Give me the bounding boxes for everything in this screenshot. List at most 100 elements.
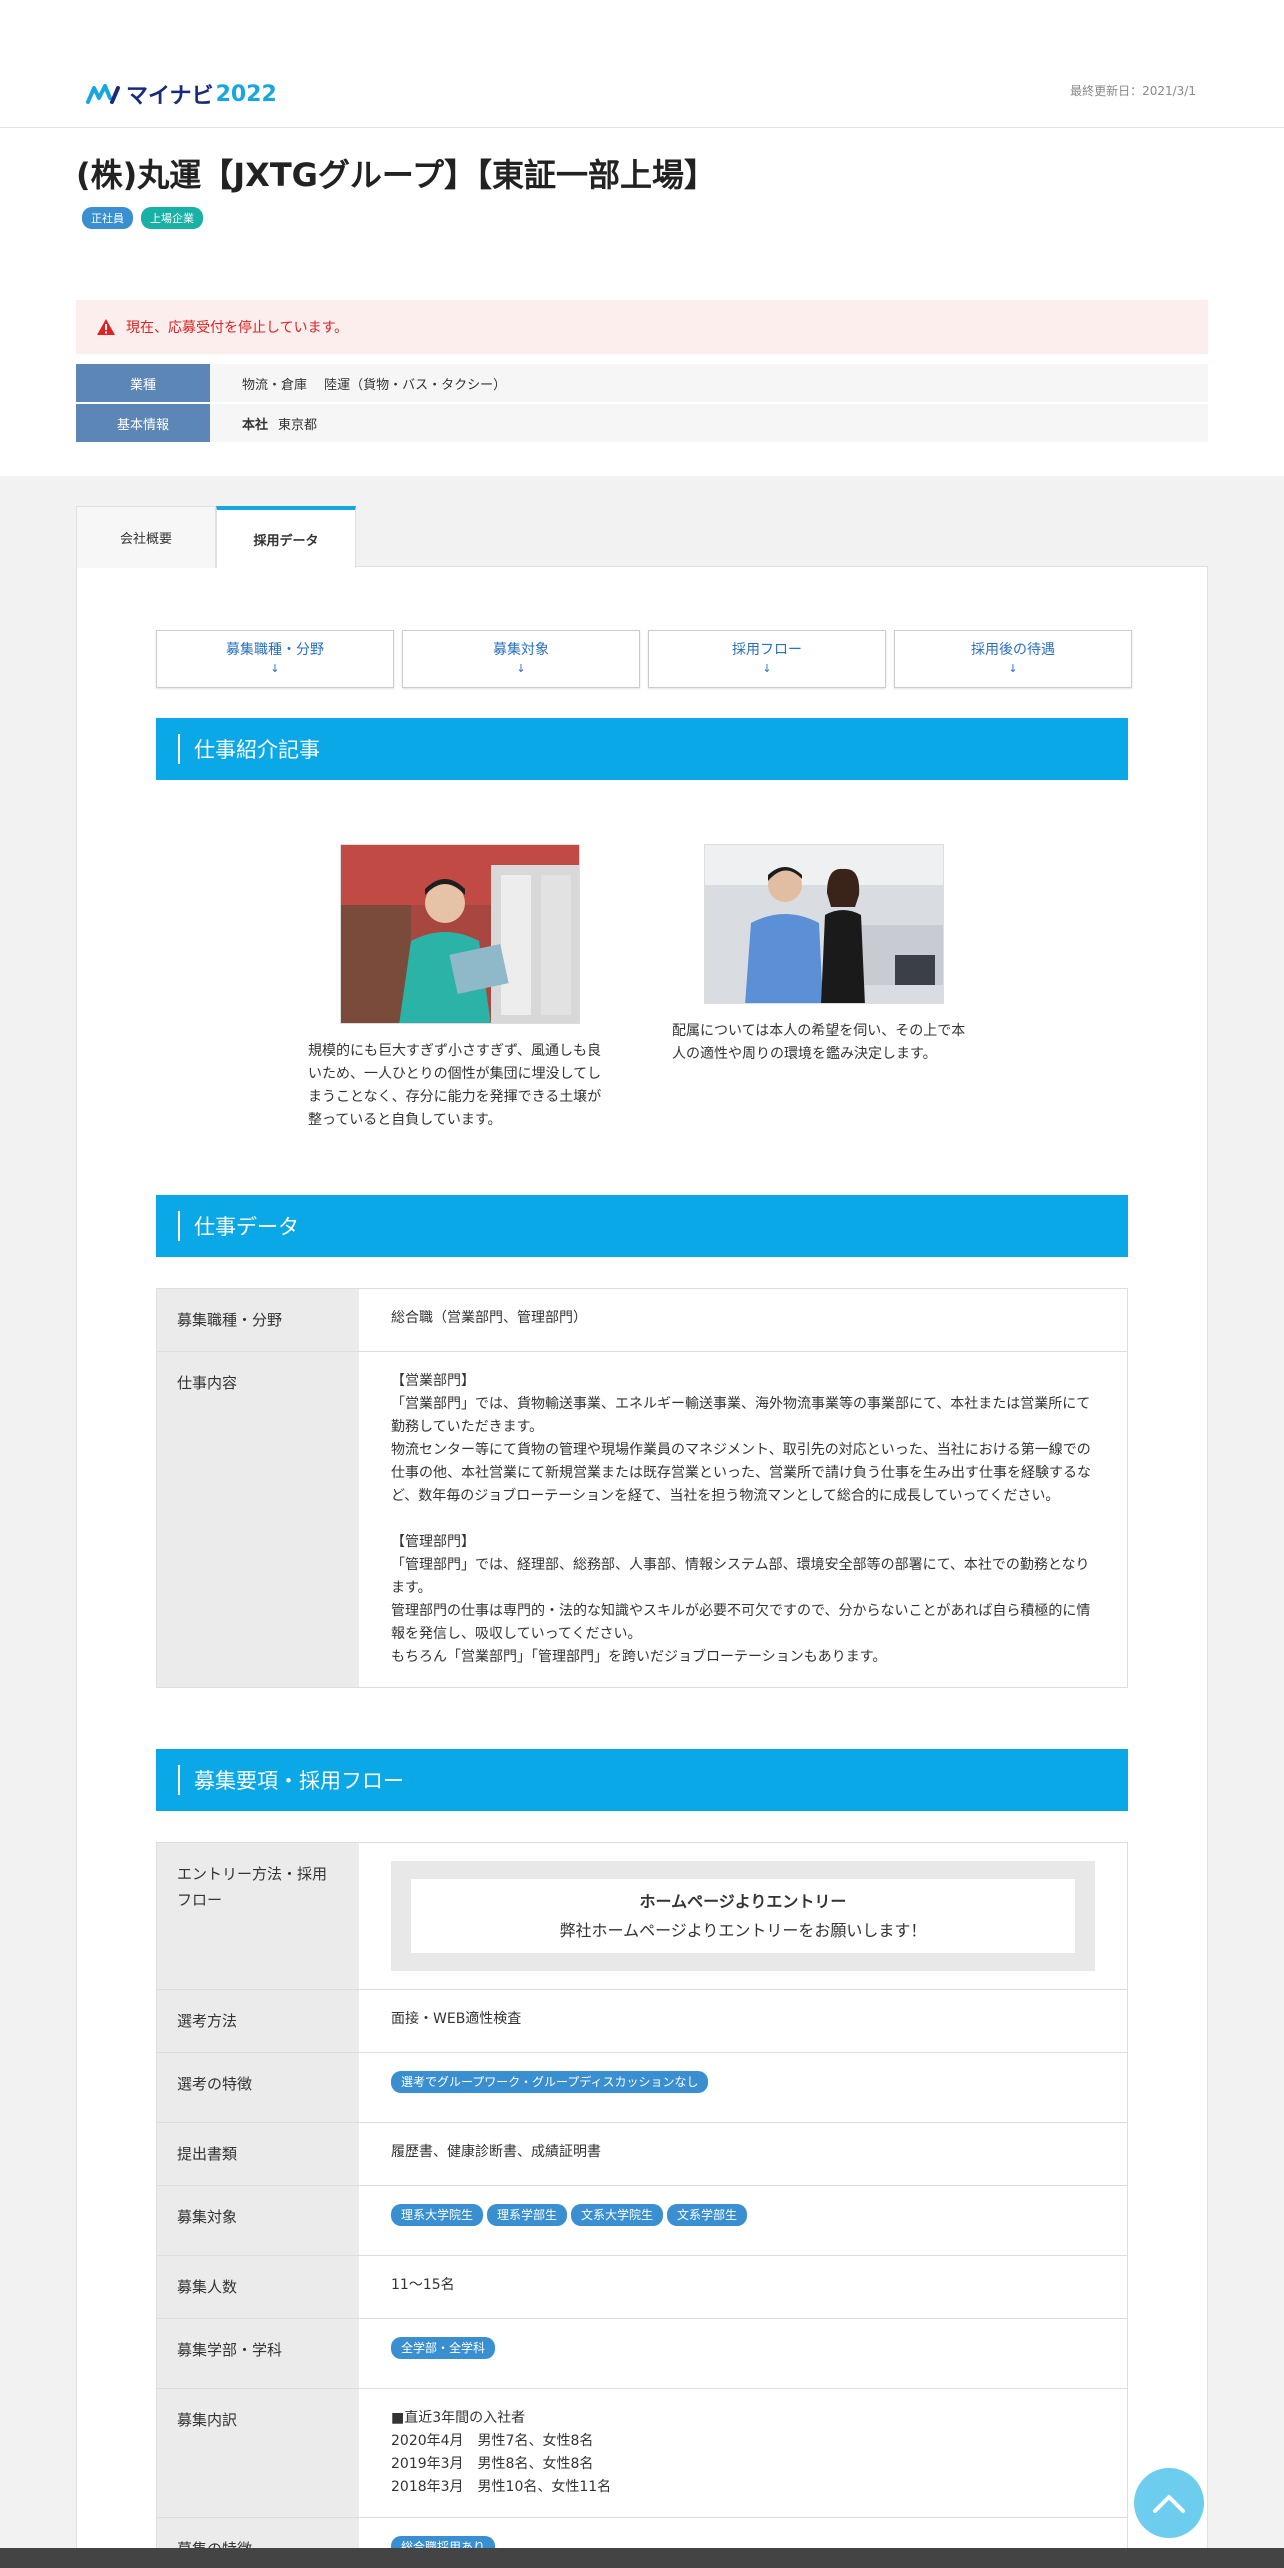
content-line: もちろん「営業部門」「管理部門」を跨いだジョブローテーションもあります。	[391, 1649, 887, 1665]
basic-info-row: 基本情報 本社 東京都	[76, 404, 1208, 442]
article-text-1: 規模的にも巨大すぎず小さすぎず、風通しも良いため、一人ひとりの個性が集団に埋没し…	[308, 1043, 602, 1128]
badge-listed: 上場企業	[141, 207, 203, 229]
documents-value: 履歴書、健康診断書、成績証明書	[359, 2123, 1127, 2185]
anchor-job-field[interactable]: 募集職種・分野 ↓	[156, 630, 394, 688]
documents-label: 提出書類	[157, 2123, 359, 2185]
entry-method-label: エントリー方法・採用フロー	[157, 1843, 359, 1989]
job-content-label: 仕事内容	[157, 1352, 359, 1687]
table-row: 募集学部・学科 全学部・全学科	[157, 2319, 1127, 2389]
warehouse-worker-image	[341, 845, 579, 1023]
article-photo-office[interactable]	[704, 844, 944, 1004]
headcount-value: 11～15名	[359, 2256, 1127, 2318]
article-text-2: 配属については本人の希望を伺い、その上で本人の適性や周りの環境を鑑み決定します。	[672, 1023, 966, 1062]
target-pill: 理系学部生	[487, 2204, 568, 2226]
selection-method-label: 選考方法	[157, 1990, 359, 2052]
table-row: 募集人数 11～15名	[157, 2256, 1127, 2319]
section-requirements-heading: 募集要項・採用フロー	[156, 1749, 1128, 1811]
target-label: 募集対象	[157, 2186, 359, 2255]
application-closed-alert: 現在、応募受付を停止しています。	[76, 300, 1208, 354]
breakdown-line: 2020年4月 男性7名、女性8名	[391, 2433, 594, 2449]
alert-text: 現在、応募受付を停止しています。	[126, 320, 349, 336]
tab-recruitment-data[interactable]: 採用データ	[216, 506, 356, 568]
mynavi-logo[interactable]: マイナビ 2022	[86, 78, 277, 110]
chevron-up-icon	[1153, 2495, 1185, 2513]
anchor-label: 採用フロー	[732, 642, 802, 659]
target-value: 理系大学院生 理系学部生 文系大学院生 文系学部生	[359, 2186, 1127, 2255]
entry-subtitle: 弊社ホームページよりエントリーをお願いします！	[559, 1921, 927, 1940]
warning-icon	[97, 319, 115, 335]
site-header: マイナビ 2022 最終更新日：2021/3/1	[0, 0, 1284, 128]
badge-fulltime: 正社員	[82, 207, 133, 229]
content-line: 管理部門の仕事は専門的・法的な知識やスキルが必要不可欠ですので、分からないことが…	[391, 1603, 1091, 1642]
content-line: 【営業部門】	[391, 1373, 475, 1389]
table-row: 仕事内容 【営業部門】 「営業部門」では、貨物輸送事業、エネルギー輸送事業、海外…	[157, 1352, 1127, 1688]
anchor-label: 採用後の待遇	[971, 642, 1055, 659]
table-row: 募集対象 理系大学院生 理系学部生 文系大学院生 文系学部生	[157, 2186, 1127, 2256]
arrow-down-icon: ↓	[270, 662, 280, 676]
faculty-pill: 全学部・全学科	[391, 2337, 496, 2359]
feature-pill: 選考でグループワーク・グループディスカッションなし	[391, 2071, 709, 2093]
breakdown-line: 2018年3月 男性10名、女性11名	[391, 2479, 612, 2495]
bottom-bar	[0, 2548, 1284, 2568]
arrow-down-icon: ↓	[1008, 662, 1018, 676]
table-row: 選考方法 面接・WEB適性検査	[157, 1990, 1127, 2053]
breakdown-line: 2019年3月 男性8名、女性8名	[391, 2456, 594, 2472]
job-field-label: 募集職種・分野	[157, 1289, 359, 1351]
selection-feature-label: 選考の特徴	[157, 2053, 359, 2122]
job-content-value: 【営業部門】 「営業部門」では、貨物輸送事業、エネルギー輸送事業、海外物流事業等…	[359, 1352, 1127, 1687]
table-row: エントリー方法・採用フロー ホームページよりエントリー 弊社ホームページよりエン…	[157, 1843, 1127, 1990]
target-pill: 理系大学院生	[391, 2204, 484, 2226]
section-articles-heading: 仕事紹介記事	[156, 718, 1128, 780]
table-row: 提出書類 履歴書、健康診断書、成績証明書	[157, 2123, 1127, 2186]
breakdown-value: ■直近3年間の入社者 2020年4月 男性7名、女性8名 2019年3月 男性8…	[359, 2389, 1127, 2517]
table-row: 募集内訳 ■直近3年間の入社者 2020年4月 男性7名、女性8名 2019年3…	[157, 2389, 1127, 2518]
mynavi-logo-icon	[86, 84, 120, 104]
content-line: 【管理部門】	[391, 1534, 475, 1550]
article-photo-warehouse[interactable]	[340, 844, 580, 1024]
entry-box: ホームページよりエントリー 弊社ホームページよりエントリーをお願いします！	[391, 1861, 1095, 1971]
industry-label: 業種	[76, 364, 210, 402]
industry-value: 物流・倉庫 陸運（貨物・バス・タクシー）	[242, 377, 507, 393]
arrow-down-icon: ↓	[516, 662, 526, 676]
anchor-label: 募集対象	[493, 642, 549, 659]
entry-inner: ホームページよりエントリー 弊社ホームページよりエントリーをお願いします！	[411, 1879, 1075, 1953]
content-line: 「管理部門」では、経理部、総務部、人事部、情報システム部、環境安全部等の部署にて…	[391, 1557, 1090, 1596]
entry-title: ホームページよりエントリー	[639, 1892, 847, 1911]
selection-method-value: 面接・WEB適性検査	[359, 1990, 1127, 2052]
company-badges: 正社員 上場企業	[82, 207, 203, 229]
scroll-to-top-button[interactable]	[1134, 2468, 1204, 2538]
requirements-table: エントリー方法・採用フロー ホームページよりエントリー 弊社ホームページよりエン…	[156, 1842, 1128, 2568]
table-row: 選考の特徴 選考でグループワーク・グループディスカッションなし	[157, 2053, 1127, 2123]
arrow-down-icon: ↓	[762, 662, 772, 676]
anchor-target[interactable]: 募集対象 ↓	[402, 630, 640, 688]
job-field-value: 総合職（営業部門、管理部門）	[359, 1289, 1127, 1351]
basic-info-label: 基本情報	[76, 404, 210, 442]
breakdown-label: 募集内訳	[157, 2389, 359, 2517]
anchor-links: 募集職種・分野 ↓ 募集対象 ↓ 採用フロー ↓ 採用後の待遇 ↓	[156, 630, 1132, 688]
section-job-data-heading: 仕事データ	[156, 1195, 1128, 1257]
entry-method-value: ホームページよりエントリー 弊社ホームページよりエントリーをお願いします！	[359, 1843, 1127, 1989]
headquarters-key: 本社	[242, 417, 269, 433]
selection-feature-value: 選考でグループワーク・グループディスカッションなし	[359, 2053, 1127, 2122]
anchor-treatment[interactable]: 採用後の待遇 ↓	[894, 630, 1132, 688]
tab-company-overview[interactable]: 会社概要	[76, 506, 216, 568]
target-pill: 文系大学院生	[571, 2204, 664, 2226]
content-line: 物流センター等にて貨物の管理や現場作業員のマネジメント、取引先の対応といった、当…	[391, 1442, 1091, 1504]
industry-row: 業種 物流・倉庫 陸運（貨物・バス・タクシー）	[76, 364, 1208, 402]
headquarters-value: 東京都	[278, 417, 318, 433]
content-line: 「営業部門」では、貨物輸送事業、エネルギー輸送事業、海外物流事業等の事業部にて、…	[391, 1396, 1091, 1435]
basic-info-value: 本社 東京都	[210, 404, 1208, 442]
headcount-label: 募集人数	[157, 2256, 359, 2318]
anchor-label: 募集職種・分野	[226, 642, 324, 659]
faculty-label: 募集学部・学科	[157, 2319, 359, 2388]
job-data-table: 募集職種・分野 総合職（営業部門、管理部門） 仕事内容 【営業部門】 「営業部門…	[156, 1288, 1128, 1688]
last-updated: 最終更新日：2021/3/1	[1070, 84, 1196, 98]
faculty-value: 全学部・全学科	[359, 2319, 1127, 2388]
target-pill: 文系学部生	[667, 2204, 748, 2226]
office-conversation-image	[705, 845, 943, 1003]
company-name: (株)丸運【JXTGグループ】【東証一部上場】	[76, 156, 717, 194]
anchor-flow[interactable]: 採用フロー ↓	[648, 630, 886, 688]
table-row: 募集職種・分野 総合職（営業部門、管理部門）	[157, 1289, 1127, 1352]
logo-text: マイナビ	[126, 84, 214, 109]
